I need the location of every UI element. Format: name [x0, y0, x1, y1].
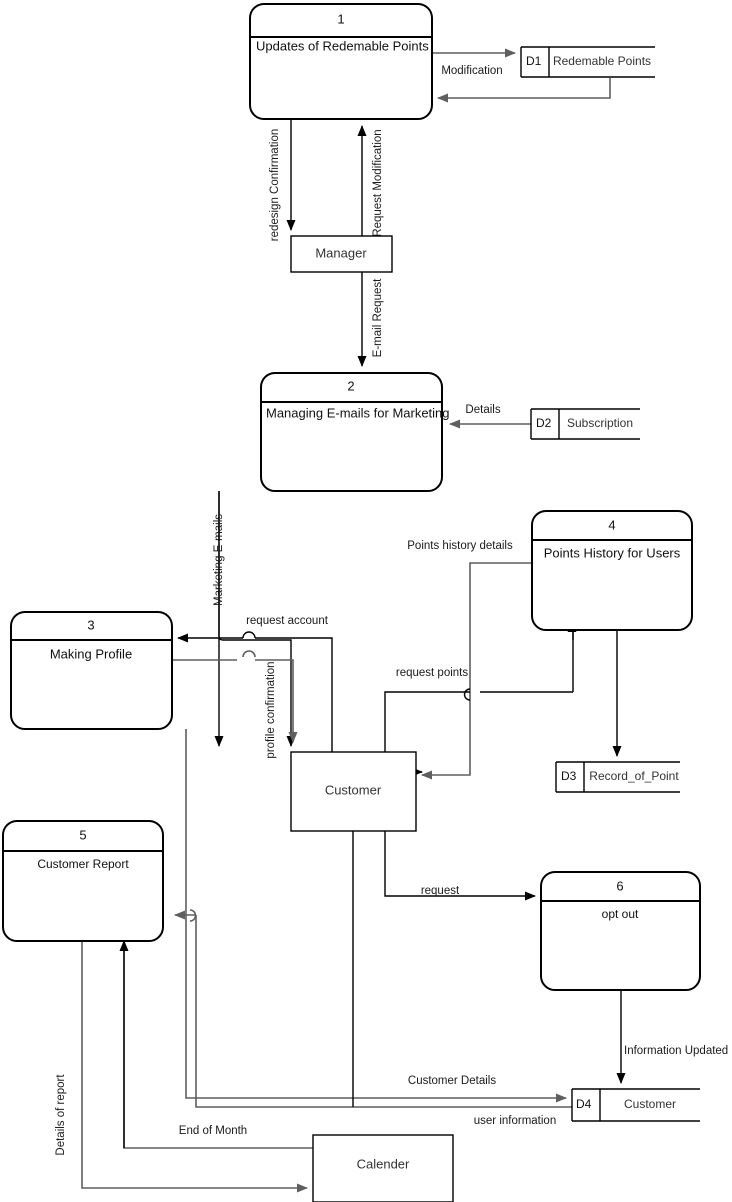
entity-manager-name: Manager — [315, 245, 367, 260]
datastore-d2-name: Subscription — [567, 416, 633, 430]
flow-label-marketing-emails: Marketing E-mails — [213, 514, 225, 606]
flow-label-request-points: request points — [396, 667, 468, 679]
process-4[interactable]: 4 Points History for Users — [531, 510, 693, 631]
process-1-name: Updates of Redemable Points — [256, 38, 429, 53]
datastore-d4-name: Customer — [624, 1097, 676, 1111]
entity-calender[interactable]: Calender — [312, 1134, 454, 1202]
flow-label-user-information: user information — [474, 1115, 556, 1127]
flow-label-points-history-details: Points history details — [407, 540, 513, 552]
datastore-d1-code: D1 — [526, 54, 542, 68]
flow-label-email-request: E-mail Request — [372, 278, 384, 357]
datastore-d4-code: D4 — [576, 1097, 592, 1111]
process-4-name: Points History for Users — [544, 545, 681, 560]
flow-label-request-account: request account — [246, 615, 329, 627]
datastore-d3-code: D3 — [561, 769, 577, 783]
entity-calender-name: Calender — [357, 1156, 410, 1171]
process-2-name: Managing E-mails for Marketing — [266, 405, 450, 420]
datastore-d2-code: D2 — [536, 416, 552, 430]
entity-customer[interactable]: Customer — [290, 751, 417, 832]
flow-label-profile-confirmation: profile confirmation — [265, 661, 277, 758]
process-6[interactable]: 6 opt out — [540, 871, 701, 991]
datastore-d3-name: Record_of_Point — [589, 769, 679, 783]
process-1[interactable]: 1 Updates of Redemable Points — [249, 3, 433, 120]
flow-label-modification: Modification — [441, 65, 502, 77]
process-1-number: 1 — [337, 11, 344, 26]
flow-label-customer-details: Customer Details — [408, 1075, 496, 1087]
process-4-number: 4 — [608, 517, 615, 532]
entity-customer-name: Customer — [325, 782, 382, 797]
process-3[interactable]: 3 Making Profile — [10, 611, 173, 730]
flow-label-details: Details — [465, 404, 500, 416]
process-3-number: 3 — [87, 617, 94, 632]
process-5[interactable]: 5 Customer Report — [2, 820, 164, 942]
entity-manager[interactable]: Manager — [290, 235, 393, 273]
flow-label-details-of-report: Details of report — [55, 1074, 67, 1156]
process-5-number: 5 — [79, 827, 86, 842]
process-2[interactable]: 2 Managing E-mails for Marketing — [260, 372, 450, 492]
process-2-number: 2 — [347, 378, 354, 393]
flow-label-information-updated: Information Updated — [624, 1045, 728, 1057]
flow-label-request: request — [421, 885, 460, 897]
process-6-name: opt out — [602, 907, 639, 921]
process-6-number: 6 — [616, 878, 623, 893]
process-3-name: Making Profile — [50, 646, 132, 661]
process-5-name: Customer Report — [37, 857, 129, 871]
flow-label-end-of-month: End of Month — [179, 1125, 247, 1137]
datastore-d1-name: Redemable Points — [553, 54, 651, 68]
flow-label-request-modification: Request Modification — [372, 129, 384, 236]
dfd-canvas: Modification redesign Confirmation Reque… — [0, 0, 732, 1202]
flow-label-redesign-confirmation: redesign Confirmation — [269, 129, 281, 242]
data-flow-diagram: Modification redesign Confirmation Reque… — [0, 0, 732, 1202]
